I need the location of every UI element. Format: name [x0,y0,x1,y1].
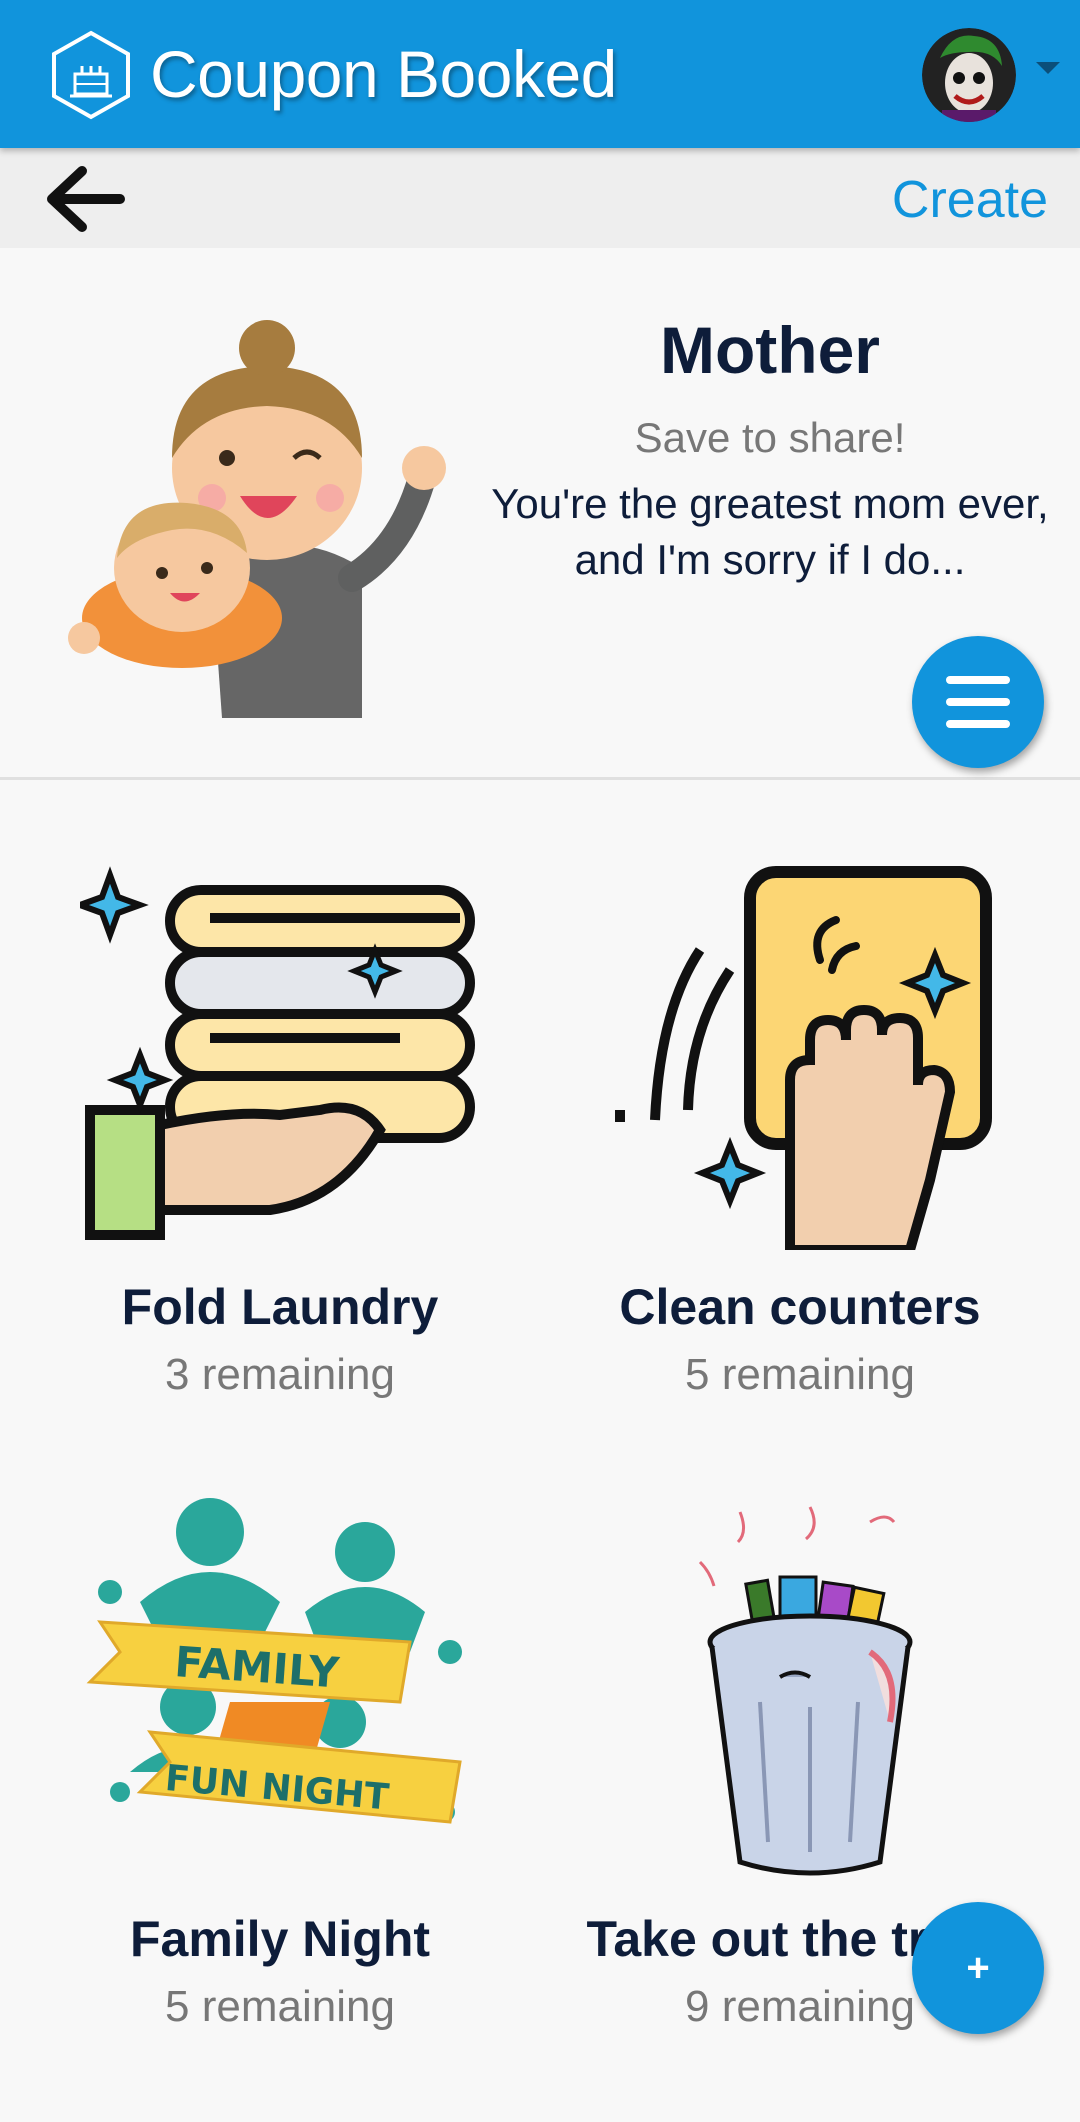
hamburger-menu-button[interactable] [912,636,1044,768]
app-bar: Coupon Booked [0,0,1080,148]
mother-and-baby-illustration [68,320,446,718]
coupon-remaining: 5 remaining [165,1982,395,2031]
coupon-title: Clean counters [619,1279,981,1335]
hamburger-menu-icon [946,676,1010,684]
book-title: Mother [660,313,880,387]
coupon-remaining: 5 remaining [685,1350,915,1399]
caret-down-icon[interactable] [1036,62,1060,74]
create-button[interactable]: Create [892,170,1048,230]
coupon-title: Fold Laundry [121,1279,439,1335]
cake-hexagon-icon[interactable] [50,30,132,120]
trash-can-icon [698,1506,913,1876]
add-coupon-button[interactable]: + [912,1902,1044,2034]
cleaning-hand-icon [615,866,992,1250]
coupon-title: Family Night [129,1911,431,1967]
coupon-card[interactable]: Fold Laundry 3 remaining [0,860,540,1490]
coupon-remaining: 3 remaining [165,1350,395,1399]
folded-laundry-icon [80,866,475,1240]
avatar[interactable] [922,28,1016,122]
joker-avatar [922,28,1016,122]
book-header-card: Mother Save to share! You're the greates… [0,248,1080,780]
coupon-card[interactable]: Clean counters 5 remaining [520,860,1060,1490]
save-note: Save to share! [634,414,906,461]
family-fun-night-icon: FAMILY FUN NIGHT [86,1498,462,1824]
book-description: You're the greatest mom ever, and I'm so… [491,480,1049,583]
app-title: Coupon Booked [150,37,617,111]
arrow-left-icon[interactable] [40,162,130,236]
toolbar: Create [0,148,1080,248]
coupon-card[interactable]: FAMILY FUN NIGHT Family Night 5 remainin… [0,1492,540,2122]
